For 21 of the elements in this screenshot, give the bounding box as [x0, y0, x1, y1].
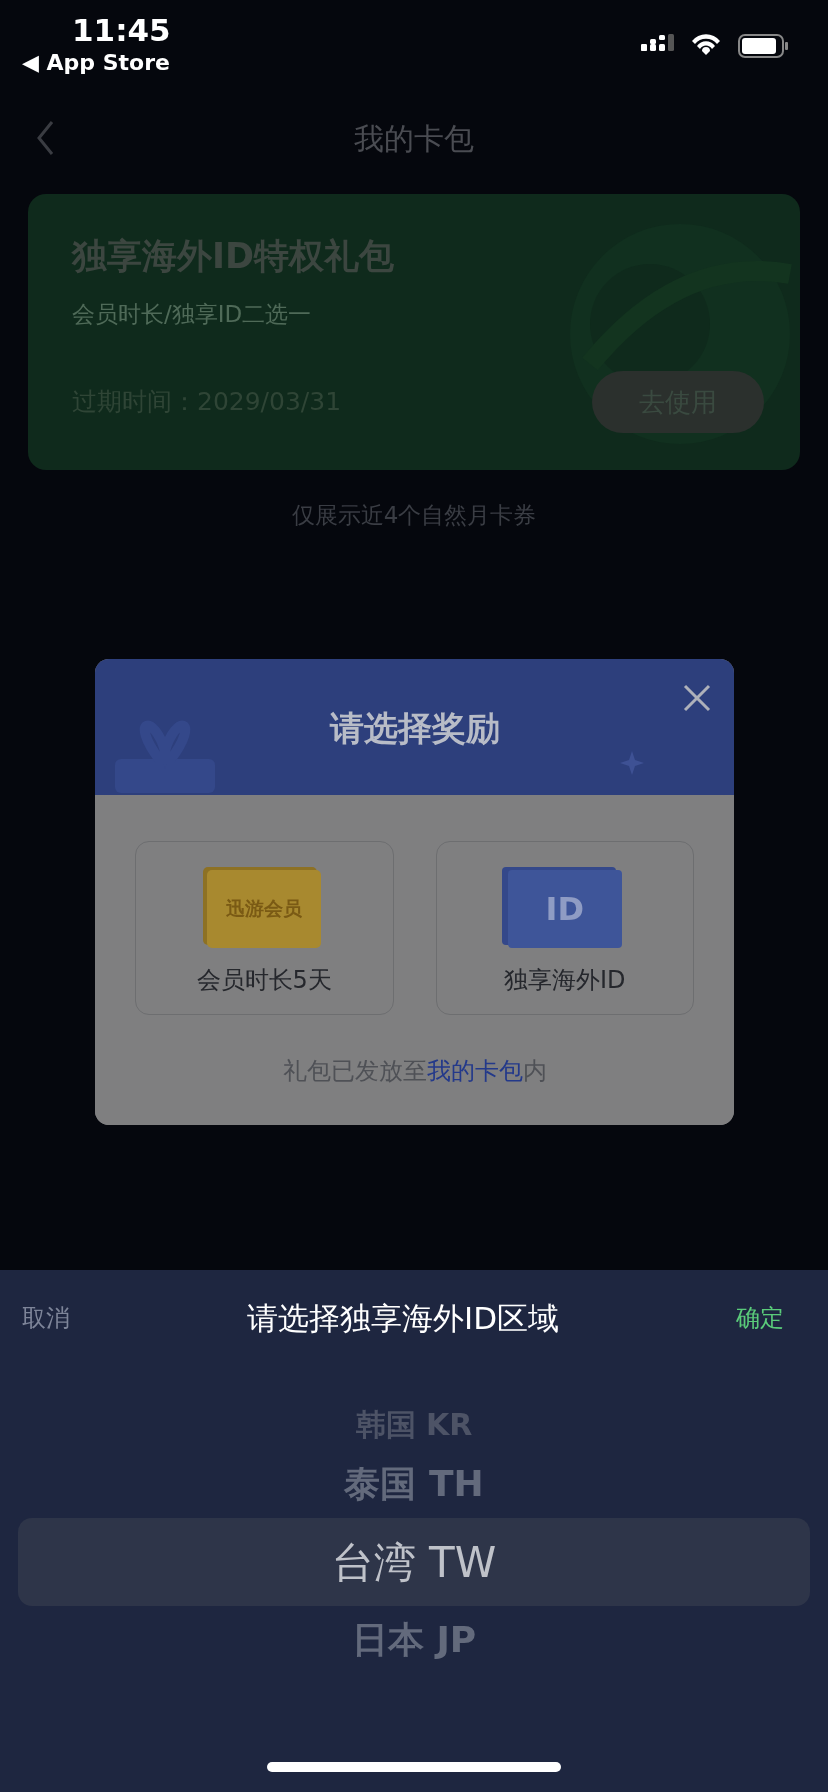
signal-icon [641, 34, 674, 52]
reward-option[interactable]: ID 独享海外ID [435, 840, 694, 1015]
picker-option[interactable]: 泰国 TH [324, 1450, 504, 1518]
my-wallet-link[interactable]: 我的卡包 [426, 1056, 523, 1085]
wifi-icon [690, 34, 722, 56]
status-time: 11:45 [72, 12, 171, 48]
id-card-icon: ID [507, 869, 622, 948]
page-title: 我的卡包 [354, 119, 474, 158]
cancel-button[interactable]: 取消 [22, 1300, 70, 1336]
picker-title: 请选择独享海外ID区域 [247, 1298, 559, 1338]
picker-option[interactable]: 日本 JP [331, 1606, 497, 1674]
coupon-subtitle: 会员时长/独享ID二选一 [72, 299, 313, 329]
sparkle-icon [620, 750, 644, 775]
dialog-title: 请选择奖励 [329, 706, 500, 750]
battery-icon [738, 34, 788, 58]
picker-option[interactable]: 台湾 TW [18, 1518, 810, 1606]
confirm-button[interactable]: 确定 [736, 1300, 784, 1336]
close-icon [682, 682, 712, 713]
back-icon [36, 120, 56, 156]
back-to-app-link[interactable]: ◀ App Store [22, 48, 171, 78]
close-button[interactable] [682, 682, 712, 713]
